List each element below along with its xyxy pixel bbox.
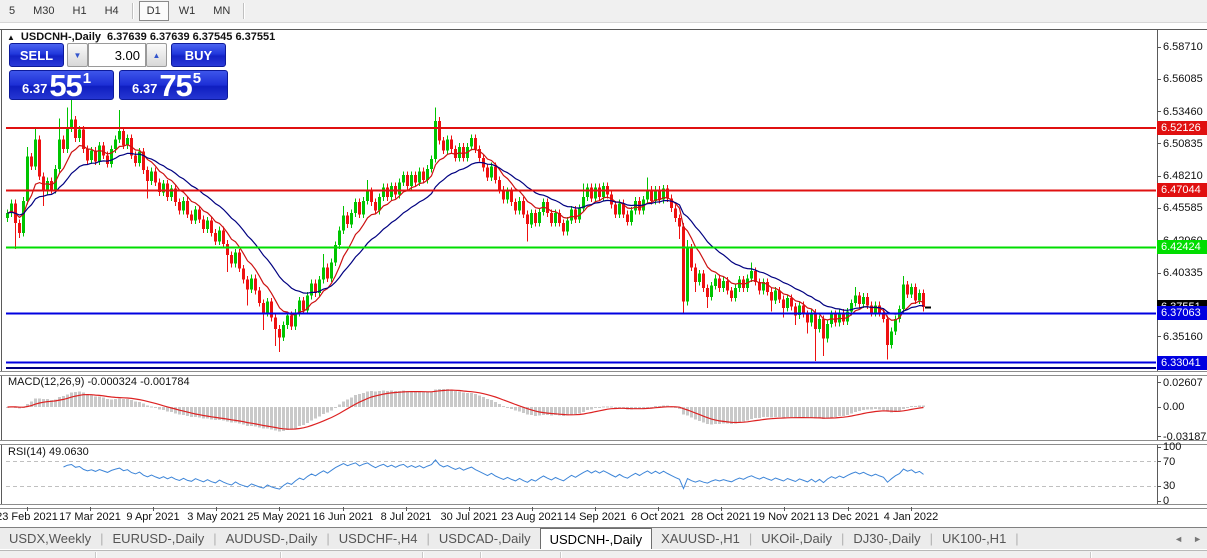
tab-usdx-weekly[interactable]: USDX,Weekly xyxy=(0,528,100,549)
rsi-tick-label: 30 xyxy=(1163,480,1175,492)
sell-price-point: 1 xyxy=(83,70,91,87)
tab-dj30-daily[interactable]: DJ30-,Daily xyxy=(844,528,929,549)
tab-usdchf-h4[interactable]: USDCHF-,H4 xyxy=(330,528,427,549)
buy-button[interactable]: BUY xyxy=(171,43,226,67)
date-label: 19 Nov 2021 xyxy=(753,511,815,523)
price-badge-level: 6.33041 xyxy=(1157,356,1207,370)
buy-price-prefix: 6.37 xyxy=(132,81,157,96)
price-badge-level: 6.37063 xyxy=(1157,306,1207,320)
one-click-trading-panel: SELL ▼ ▲ BUY 6.37 55 1 6.37 75 5 xyxy=(9,43,228,100)
rsi-tick-label: 70 xyxy=(1163,456,1175,468)
price-tick-mark xyxy=(1157,47,1161,48)
date-label: 14 Sep 2021 xyxy=(564,511,626,523)
tab-usdcad-daily[interactable]: USDCAD-,Daily xyxy=(430,528,540,549)
date-label: 23 Feb 2021 xyxy=(0,511,58,523)
rsi-tick-mark xyxy=(1157,447,1161,448)
collapse-icon[interactable]: ▲ xyxy=(7,33,15,42)
price-badge-level: 6.42424 xyxy=(1157,240,1207,254)
price-tick-label: 6.40335 xyxy=(1163,267,1203,279)
price-tick-mark xyxy=(1157,79,1161,80)
price-tick-mark xyxy=(1157,143,1161,144)
tab-ukoil-daily[interactable]: UKOil-,Daily xyxy=(752,528,841,549)
price-tick-mark xyxy=(1157,273,1161,274)
rsi-label: RSI(14) 49.0630 xyxy=(8,446,89,458)
price-tick-mark xyxy=(1157,176,1161,177)
tab-xauusd-h1[interactable]: XAUUSD-,H1 xyxy=(652,528,749,549)
date-label: 17 Mar 2021 xyxy=(59,511,121,523)
chart-border-left xyxy=(1,29,2,507)
macd-tick-mark xyxy=(1157,382,1161,383)
macd-tick-label: 0.00 xyxy=(1163,401,1184,413)
rsi-tick-mark xyxy=(1157,461,1161,462)
date-label: 9 Apr 2021 xyxy=(126,511,179,523)
macd-tick-label: 0.02607 xyxy=(1163,377,1203,389)
date-label: 16 Jun 2021 xyxy=(313,511,374,523)
chart-tab-bar: USDX,Weekly|EURUSD-,Daily|AUDUSD-,Daily|… xyxy=(0,528,1207,549)
pane-separator-dates xyxy=(0,504,1207,509)
price-badge-level: 6.52126 xyxy=(1157,121,1207,135)
date-label: 25 May 2021 xyxy=(247,511,311,523)
sell-price-pips: 55 xyxy=(49,73,81,99)
sell-price-display[interactable]: 6.37 55 1 xyxy=(9,70,114,100)
price-tick-label: 6.48210 xyxy=(1163,170,1203,182)
price-tick-mark xyxy=(1157,111,1161,112)
date-label: 30 Jul 2021 xyxy=(441,511,498,523)
macd-tick-mark xyxy=(1157,436,1161,437)
volume-input[interactable] xyxy=(88,43,146,67)
statusbar-divider xyxy=(560,552,562,558)
buy-price-pips: 75 xyxy=(159,73,191,99)
date-label: 8 Jul 2021 xyxy=(381,511,432,523)
tab-spacer xyxy=(1019,528,1169,549)
tabs-scroll-left-icon[interactable]: ◄ xyxy=(1169,528,1188,549)
tab-audusd-daily[interactable]: AUDUSD-,Daily xyxy=(217,528,327,549)
price-tick-mark xyxy=(1157,336,1161,337)
buy-price-point: 5 xyxy=(193,70,201,87)
price-tick-label: 6.50835 xyxy=(1163,138,1203,150)
price-tick-label: 6.45585 xyxy=(1163,202,1203,214)
statusbar-divider xyxy=(422,552,424,558)
price-tick-label: 6.53460 xyxy=(1163,106,1203,118)
volume-increase-icon[interactable]: ▲ xyxy=(146,43,167,67)
date-label: 6 Oct 2021 xyxy=(631,511,685,523)
macd-label: MACD(12,26,9) -0.000324 -0.001784 xyxy=(8,376,190,388)
price-tick-label: 6.35160 xyxy=(1163,331,1203,343)
rsi-tick-label: 0 xyxy=(1163,495,1169,507)
statusbar-divider xyxy=(280,552,282,558)
macd-tick-mark xyxy=(1157,407,1161,408)
rsi-tick-mark xyxy=(1157,486,1161,487)
price-badge-level: 6.47044 xyxy=(1157,183,1207,197)
tab-uk100-h1[interactable]: UK100-,H1 xyxy=(933,528,1015,549)
statusbar-divider xyxy=(95,552,97,558)
mt4-window: 5M30H1H4D1W1MN ▲ USDCNH-,Daily 6.37639 6… xyxy=(0,0,1207,558)
tab-eurusd-daily[interactable]: EURUSD-,Daily xyxy=(104,528,214,549)
pane-separator-rsi[interactable] xyxy=(0,440,1207,445)
chart-title: ▲ USDCNH-,Daily 6.37639 6.37639 6.37545 … xyxy=(7,31,275,43)
tabs-scroll-right-icon[interactable]: ► xyxy=(1188,528,1207,549)
rsi-tick-mark xyxy=(1157,501,1161,502)
date-label: 13 Dec 2021 xyxy=(817,511,879,523)
sell-price-prefix: 6.37 xyxy=(22,81,47,96)
statusbar-divider xyxy=(480,552,482,558)
volume-decrease-icon[interactable]: ▼ xyxy=(67,43,88,67)
price-tick-mark xyxy=(1157,208,1161,209)
tab-usdcnh-daily[interactable]: USDCNH-,Daily xyxy=(540,528,652,549)
buy-price-display[interactable]: 6.37 75 5 xyxy=(119,70,228,100)
status-bar xyxy=(0,550,1207,558)
sell-button[interactable]: SELL xyxy=(9,43,64,67)
date-label: 23 Aug 2021 xyxy=(501,511,563,523)
date-label: 28 Oct 2021 xyxy=(691,511,751,523)
statusbar-divider xyxy=(1090,552,1092,558)
date-label: 3 May 2021 xyxy=(187,511,244,523)
rsi-tick-label: 100 xyxy=(1163,441,1181,453)
symbol-title: USDCNH-,Daily xyxy=(21,31,101,43)
price-tick-label: 6.58710 xyxy=(1163,41,1203,53)
ohlc-readout: 6.37639 6.37639 6.37545 6.37551 xyxy=(107,31,275,43)
price-tick-label: 6.56085 xyxy=(1163,73,1203,85)
date-label: 4 Jan 2022 xyxy=(884,511,938,523)
